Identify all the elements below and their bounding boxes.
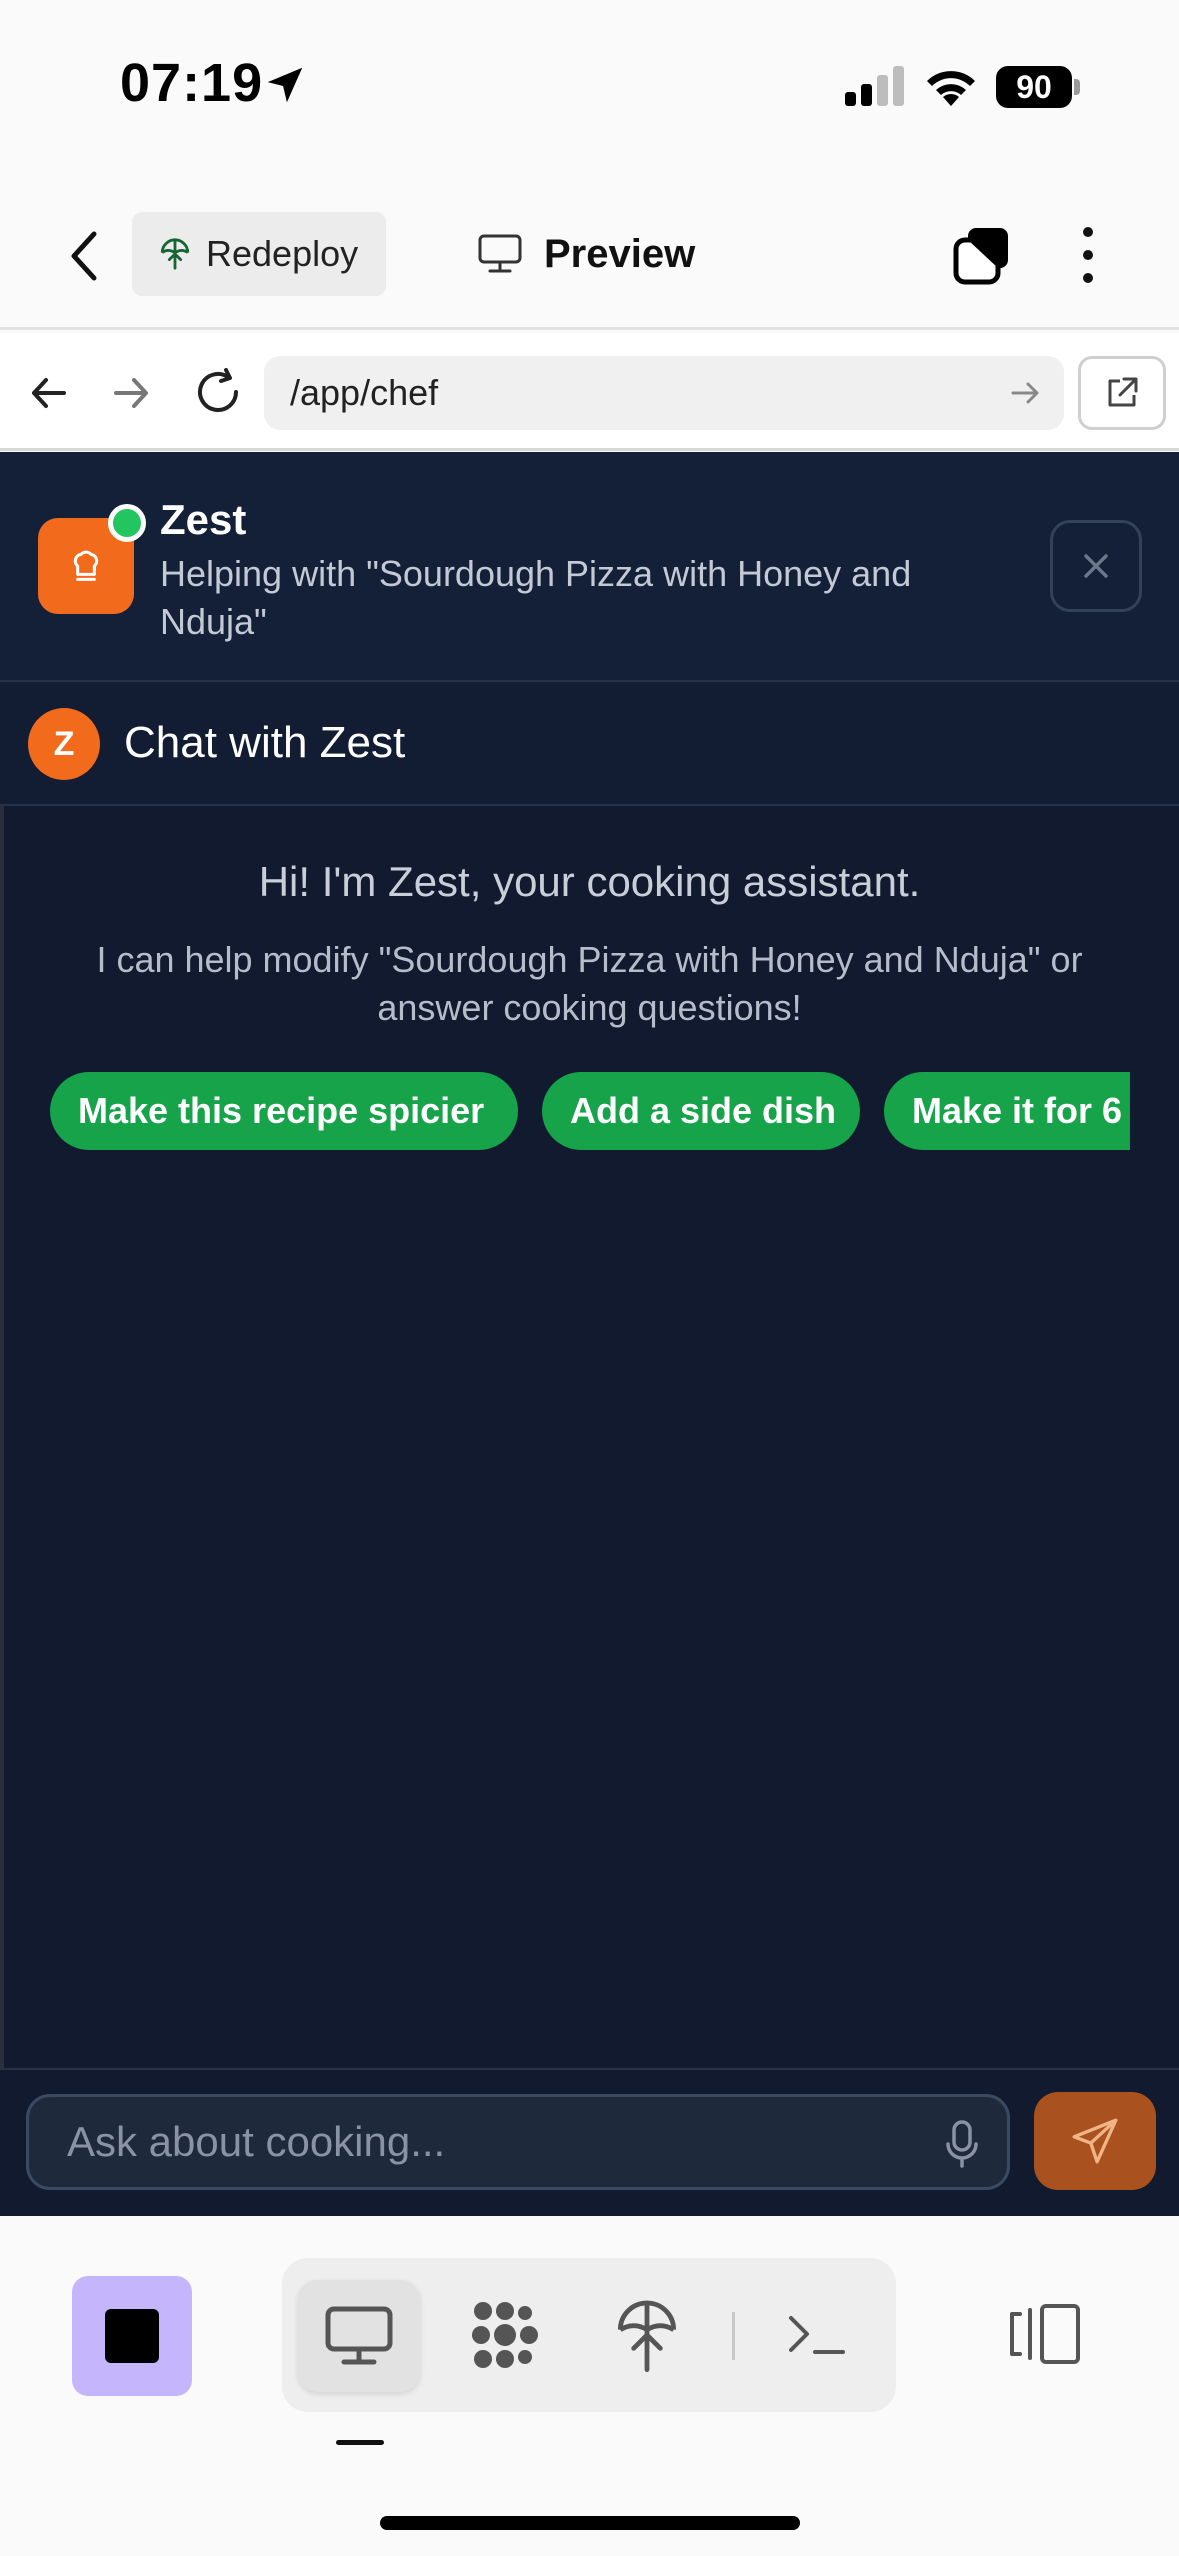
split-view-icon[interactable]	[1010, 2302, 1082, 2366]
deploy-icon	[160, 238, 190, 270]
chat-title: Chat with Zest	[124, 718, 406, 767]
view-deploy-button[interactable]	[602, 2290, 692, 2380]
assistant-subtitle: Helping with "Sourdough Pizza with Honey…	[160, 553, 912, 642]
signal-icon	[845, 66, 904, 106]
monitor-icon	[325, 2306, 393, 2365]
arrow-left-icon[interactable]	[24, 368, 74, 418]
stop-icon	[105, 2309, 159, 2363]
monitor-icon	[478, 234, 522, 273]
wifi-icon	[927, 71, 975, 106]
home-indicator	[380, 2516, 800, 2530]
send-button[interactable]	[1034, 2092, 1156, 2190]
close-icon	[1084, 554, 1108, 578]
status-time: 07:19	[120, 53, 264, 113]
tabs-icon[interactable]	[952, 224, 1012, 286]
preview-tab[interactable]: Preview	[478, 224, 695, 284]
url-field[interactable]: /app/chef	[264, 356, 1064, 430]
more-vertical-icon[interactable]	[1070, 224, 1106, 286]
view-preview-button[interactable]	[298, 2280, 420, 2392]
external-link-icon	[1108, 377, 1138, 407]
open-external-button[interactable]	[1078, 356, 1166, 430]
go-arrow-icon[interactable]	[1008, 376, 1042, 410]
back-chevron-icon[interactable]	[62, 226, 106, 286]
toolbar-divider	[732, 2312, 735, 2360]
view-graph-button[interactable]	[460, 2290, 550, 2380]
preview-label: Preview	[544, 231, 696, 276]
welcome-text: I can help modify "Sourdough Pizza with …	[96, 939, 1083, 1028]
chat-input[interactable]: Ask about cooking...	[26, 2094, 1010, 2190]
url-text: /app/chef	[290, 372, 439, 413]
online-status-dot	[108, 504, 146, 542]
stop-button[interactable]	[72, 2276, 192, 2396]
location-arrow-icon	[267, 67, 303, 103]
suggestion-chip[interactable]: Make this recipe spicier	[50, 1072, 518, 1150]
battery-icon: 90	[996, 66, 1080, 108]
welcome-title: Hi! I'm Zest, your cooking assistant.	[258, 858, 921, 905]
terminal-icon	[789, 2316, 845, 2354]
chef-hat-icon	[73, 550, 99, 581]
close-button[interactable]	[1050, 520, 1142, 612]
arrow-right-icon[interactable]	[106, 368, 156, 418]
active-view-indicator	[336, 2440, 384, 2445]
microphone-icon[interactable]	[940, 2118, 984, 2170]
send-icon	[1072, 2118, 1118, 2164]
chat-input-placeholder: Ask about cooking...	[67, 2118, 446, 2165]
reload-icon[interactable]	[190, 364, 246, 420]
graph-icon	[472, 2302, 538, 2368]
assistant-name: Zest	[160, 496, 247, 543]
view-terminal-button[interactable]	[772, 2290, 862, 2380]
redeploy-label: Redeploy	[206, 233, 359, 274]
battery-level: 90	[996, 66, 1072, 108]
redeploy-button[interactable]: Redeploy	[132, 212, 386, 296]
deploy-icon	[617, 2300, 677, 2373]
suggestion-chip[interactable]: Add a side dish	[542, 1072, 860, 1150]
suggestion-chip[interactable]: Make it for 6	[884, 1072, 1130, 1150]
avatar: Z	[28, 708, 100, 780]
